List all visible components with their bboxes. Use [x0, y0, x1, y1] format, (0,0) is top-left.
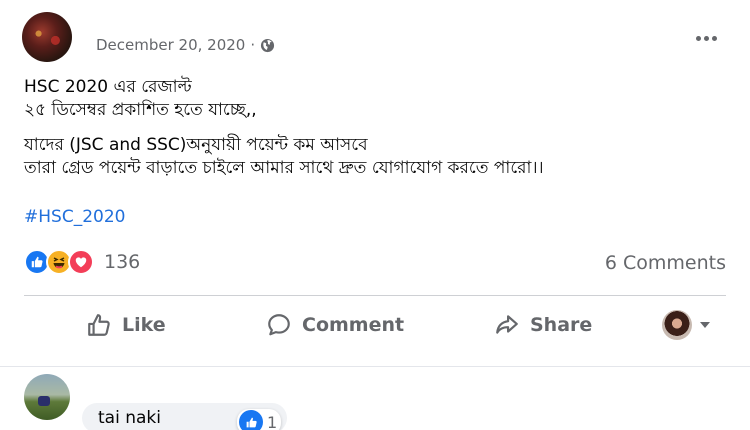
reaction-count: 136 — [104, 251, 141, 273]
hashtag-link[interactable]: #HSC_2020 — [24, 207, 125, 227]
meta-separator: · — [250, 36, 256, 54]
more-dot — [703, 35, 709, 41]
post-meta: December 20, 2020 · — [96, 36, 275, 54]
share-label: Share — [530, 314, 593, 336]
post-header: December 20, 2020 · — [22, 12, 732, 72]
post-line: ২৫ ডিসেম্বর প্রকাশিত হতে যাচ্ছে,, — [24, 100, 257, 120]
comment-reaction-count: 1 — [267, 412, 278, 430]
chevron-down-icon — [700, 322, 710, 328]
post-line: যাদের (JSC and SSC)অনুযায়ী পয়েন্ট কম আ… — [24, 135, 368, 155]
comment-label: Comment — [302, 314, 405, 336]
reaction-summary[interactable]: 136 — [24, 249, 140, 275]
globe-icon[interactable] — [260, 38, 275, 53]
post-line: HSC 2020 এর রেজাল্ট — [24, 77, 192, 97]
more-options-button[interactable] — [688, 20, 724, 56]
comment-text: tai naki — [98, 408, 161, 428]
comments-count-link[interactable]: 6 Comments — [605, 252, 726, 274]
comment-button[interactable]: Comment — [266, 296, 404, 354]
post-date[interactable]: December 20, 2020 — [96, 36, 245, 54]
comment-reaction-badge[interactable]: 1 — [237, 409, 282, 430]
commenter-avatar[interactable] — [24, 374, 70, 420]
author-avatar[interactable] — [22, 12, 72, 62]
react-as-selector[interactable] — [662, 296, 710, 354]
share-icon — [496, 315, 518, 334]
post-body: HSC 2020 এর রেজাল্ট ২৫ ডিসেম্বর প্রকাশিত… — [24, 76, 734, 180]
more-dot — [695, 35, 701, 41]
comment-icon — [268, 314, 290, 336]
love-icon — [68, 249, 94, 275]
like-icon — [239, 410, 263, 430]
post-actions-bar: Like Comment Share — [24, 296, 726, 354]
post-line: তারা গ্রেড পয়েন্ট বাড়াতে চাইলে আমার সা… — [24, 158, 544, 178]
share-button[interactable]: Share — [494, 296, 592, 354]
current-user-avatar — [662, 310, 692, 340]
comments-divider — [0, 366, 750, 367]
like-button[interactable]: Like — [86, 296, 166, 354]
like-label: Like — [122, 314, 166, 336]
more-dot — [711, 35, 717, 41]
thumbs-up-icon — [88, 314, 110, 336]
